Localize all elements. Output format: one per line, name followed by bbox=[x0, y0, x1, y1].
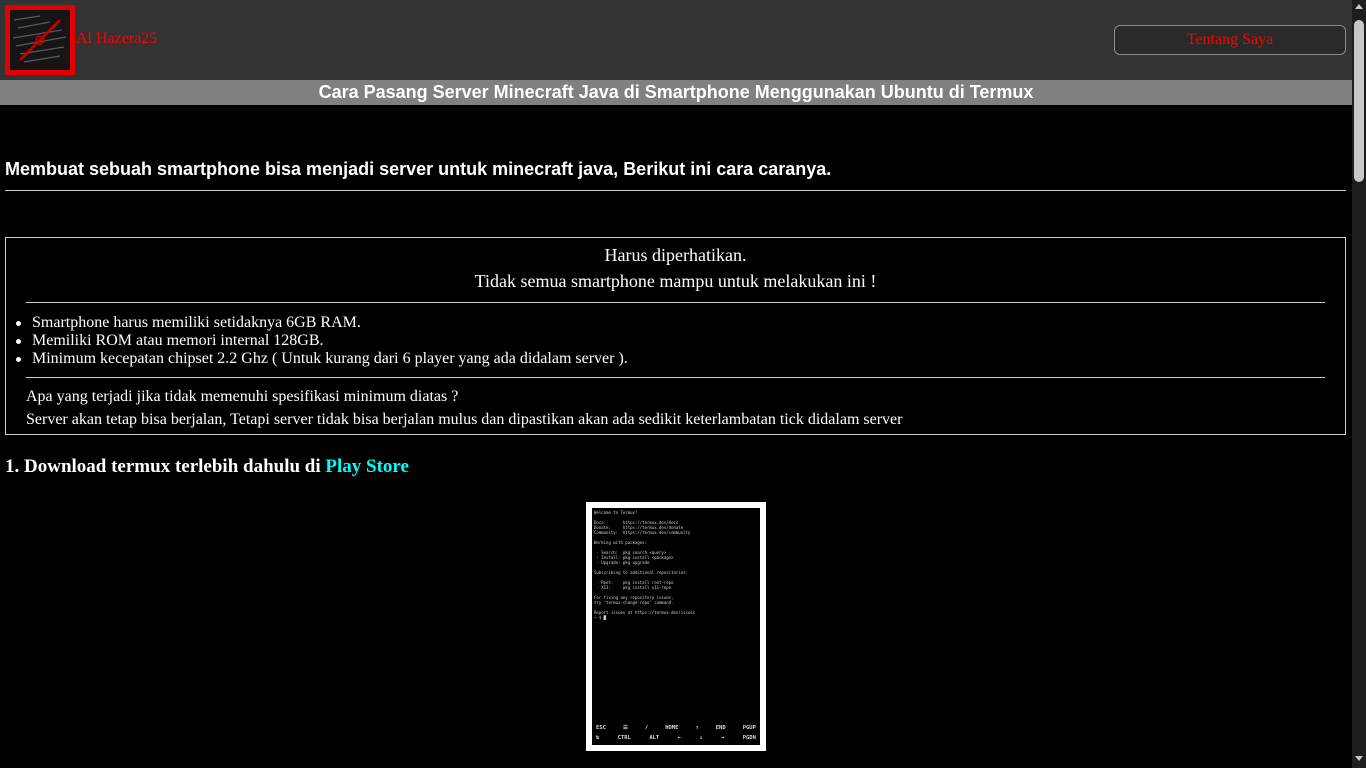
terminal-key: ↓ bbox=[699, 735, 703, 741]
terminal-key: / bbox=[644, 725, 649, 731]
terminal-key: HOME bbox=[665, 725, 679, 731]
terminal-key: ☰ bbox=[622, 725, 628, 731]
list-item: Smartphone harus memiliki setidaknya 6GB… bbox=[16, 314, 628, 332]
site-logo-icon[interactable] bbox=[5, 5, 75, 75]
divider bbox=[26, 377, 1325, 378]
requirements-list: Smartphone harus memiliki setidaknya 6GB… bbox=[16, 314, 628, 368]
page-title: Cara Pasang Server Minecraft Java di Sma… bbox=[0, 80, 1352, 105]
site-name-link[interactable]: Al Hazera25 bbox=[76, 30, 157, 48]
divider bbox=[26, 302, 1325, 303]
step-1-heading: 1. Download termux terlebih dahulu di Pl… bbox=[5, 456, 409, 478]
terminal-extra-keys-row-2: ↹ CTRL ALT ← ↓ → PGDN bbox=[596, 735, 756, 741]
terminal-key: ALT bbox=[649, 735, 660, 741]
terminal-key: ↑ bbox=[695, 725, 699, 731]
terminal-key: PGDN bbox=[742, 735, 756, 741]
scrollbar-thumb[interactable] bbox=[1354, 20, 1364, 182]
requirements-notice-box: Harus diperhatikan. Tidak semua smartpho… bbox=[5, 237, 1346, 435]
terminal-key: ESC bbox=[596, 725, 606, 731]
site-header: Al Hazera25 Tentang Saya bbox=[0, 0, 1352, 80]
terminal-line: ~ $ █ bbox=[594, 615, 607, 620]
play-store-link[interactable]: Play Store bbox=[325, 456, 409, 477]
terminal-key: ↹ bbox=[596, 735, 600, 741]
terminal-extra-keys-row-1: ESC ☰ / HOME ↑ END PGUP bbox=[596, 725, 756, 731]
divider bbox=[5, 190, 1346, 191]
terminal-key: → bbox=[721, 735, 725, 741]
notice-answer: Server akan tetap bisa berjalan, Tetapi … bbox=[26, 411, 903, 428]
step-1-text: 1. Download termux terlebih dahulu di bbox=[5, 456, 326, 477]
termux-terminal: Welcome to Termux! Docs: https://termux.… bbox=[592, 508, 760, 745]
list-item: Memiliki ROM atau memori internal 128GB. bbox=[16, 332, 628, 350]
terminal-key: ← bbox=[677, 735, 681, 741]
terminal-key: PGUP bbox=[742, 725, 756, 731]
about-me-button[interactable]: Tentang Saya bbox=[1114, 25, 1346, 55]
notice-heading: Harus diperhatikan. bbox=[604, 245, 747, 265]
page-scrollbar[interactable] bbox=[1352, 0, 1366, 768]
termux-screenshot: Welcome to Termux! Docs: https://termux.… bbox=[586, 502, 766, 751]
terminal-output: Welcome to Termux! Docs: https://termux.… bbox=[594, 510, 758, 620]
terminal-key: END bbox=[715, 725, 726, 731]
intro-heading: Membuat sebuah smartphone bisa menjadi s… bbox=[5, 159, 832, 179]
list-item: Minimum kecepatan chipset 2.2 Ghz ( Untu… bbox=[16, 350, 628, 367]
notice-question: Apa yang terjadi jika tidak memenuhi spe… bbox=[26, 388, 459, 405]
scroll-up-arrow-icon[interactable] bbox=[1355, 4, 1363, 9]
notice-subheading: Tidak semua smartphone mampu untuk melak… bbox=[474, 271, 877, 291]
terminal-key: CTRL bbox=[617, 735, 631, 741]
scroll-down-arrow-icon[interactable] bbox=[1355, 756, 1363, 761]
